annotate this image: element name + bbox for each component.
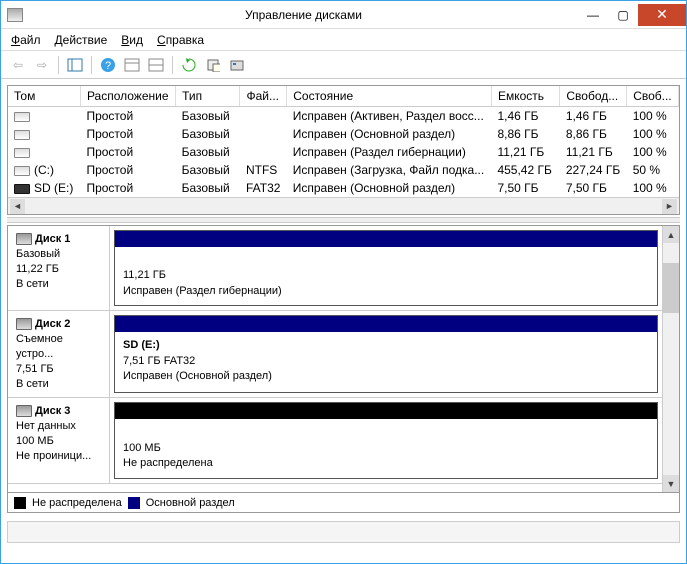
maximize-button[interactable]: ▢	[608, 4, 638, 26]
disk-row[interactable]: Диск 1Базовый11,22 ГБВ сети11,21 ГБИспра…	[8, 226, 662, 311]
scroll-thumb[interactable]	[663, 263, 679, 313]
disk-row[interactable]: Диск 3Нет данных100 МБНе проиници...100 …	[8, 398, 662, 483]
menu-action[interactable]: Действие	[55, 33, 108, 47]
disk-header: Диск 3Нет данных100 МБНе проиници...	[8, 398, 110, 482]
disk-header: Диск 1Базовый11,22 ГБВ сети	[8, 226, 110, 310]
volume-icon	[14, 112, 30, 122]
menu-view[interactable]: Вид	[121, 33, 143, 47]
partition-bar	[115, 231, 657, 247]
disks-panel: Диск 1Базовый11,22 ГБВ сети11,21 ГБИспра…	[7, 225, 680, 493]
column-header[interactable]: Свобод...	[560, 86, 627, 107]
partition-bar	[115, 316, 657, 332]
table-row[interactable]: ПростойБазовыйИсправен (Активен, Раздел …	[8, 107, 679, 126]
splitter[interactable]	[7, 217, 680, 223]
column-header[interactable]: Том	[8, 86, 80, 107]
refresh-button[interactable]	[178, 54, 200, 76]
partition[interactable]: SD (E:)7,51 ГБ FAT32Исправен (Основной р…	[114, 315, 658, 393]
forward-button[interactable]: ⇨	[31, 54, 53, 76]
vertical-scrollbar[interactable]: ▲ ▼	[662, 226, 679, 492]
partition-bar	[115, 403, 657, 419]
scroll-down-icon[interactable]: ▼	[663, 475, 679, 492]
volume-icon	[14, 166, 30, 176]
volumes-table[interactable]: ТомРасположениеТипФай...СостояниеЕмкость…	[7, 85, 680, 215]
help-button[interactable]: ?	[97, 54, 119, 76]
properties-button[interactable]	[202, 54, 224, 76]
partition[interactable]: 11,21 ГБИсправен (Раздел гибернации)	[114, 230, 658, 306]
menu-help[interactable]: Справка	[157, 33, 204, 47]
column-header[interactable]: Тип	[176, 86, 240, 107]
disk-icon	[16, 405, 32, 417]
volume-icon	[14, 148, 30, 158]
toolbar: ⇦ ⇨ ?	[1, 51, 686, 79]
column-header[interactable]: Фай...	[240, 86, 287, 107]
app-icon	[7, 8, 23, 22]
scroll-up-icon[interactable]: ▲	[663, 226, 679, 243]
status-bar	[7, 521, 680, 543]
window-title: Управление дисками	[29, 8, 578, 22]
pane-button[interactable]	[64, 54, 86, 76]
table-row[interactable]: ПростойБазовыйИсправен (Раздел гибернаци…	[8, 143, 679, 161]
legend-swatch-unallocated	[14, 497, 26, 509]
volume-icon	[14, 130, 30, 140]
scroll-left-icon[interactable]: ◄	[10, 199, 25, 214]
scroll-right-icon[interactable]: ►	[662, 199, 677, 214]
svg-text:?: ?	[105, 60, 111, 72]
menubar: Файл Действие Вид Справка	[1, 29, 686, 51]
partition[interactable]: 100 МБНе распределена	[114, 402, 658, 478]
disk-icon	[16, 233, 32, 245]
column-header[interactable]: Расположение	[80, 86, 175, 107]
horizontal-scrollbar[interactable]: ◄ ►	[8, 197, 679, 214]
legend-label-unallocated: Не распределена	[32, 497, 122, 509]
settings-button[interactable]	[226, 54, 248, 76]
column-header[interactable]: Емкость	[491, 86, 559, 107]
disk-row[interactable]: Диск 2Съемное устро...7,51 ГБВ сетиSD (E…	[8, 311, 662, 398]
view-button-1[interactable]	[121, 54, 143, 76]
legend: Не распределена Основной раздел	[7, 493, 680, 513]
menu-file[interactable]: Файл	[11, 33, 41, 47]
legend-label-primary: Основной раздел	[146, 497, 235, 509]
column-header[interactable]: Состояние	[287, 86, 492, 107]
volume-icon	[14, 184, 30, 194]
minimize-button[interactable]: ―	[578, 4, 608, 26]
disk-icon	[16, 318, 32, 330]
titlebar: Управление дисками ― ▢ ✕	[1, 1, 686, 29]
table-row[interactable]: (C:)ПростойБазовыйNTFSИсправен (Загрузка…	[8, 161, 679, 179]
close-button[interactable]: ✕	[638, 4, 686, 26]
legend-swatch-primary	[128, 497, 140, 509]
table-row[interactable]: ПростойБазовыйИсправен (Основной раздел)…	[8, 125, 679, 143]
view-button-2[interactable]	[145, 54, 167, 76]
back-button[interactable]: ⇦	[7, 54, 29, 76]
column-header[interactable]: Своб...	[627, 86, 679, 107]
disk-header: Диск 2Съемное устро...7,51 ГБВ сети	[8, 311, 110, 397]
table-row[interactable]: SD (E:)ПростойБазовыйFAT32Исправен (Осно…	[8, 179, 679, 197]
